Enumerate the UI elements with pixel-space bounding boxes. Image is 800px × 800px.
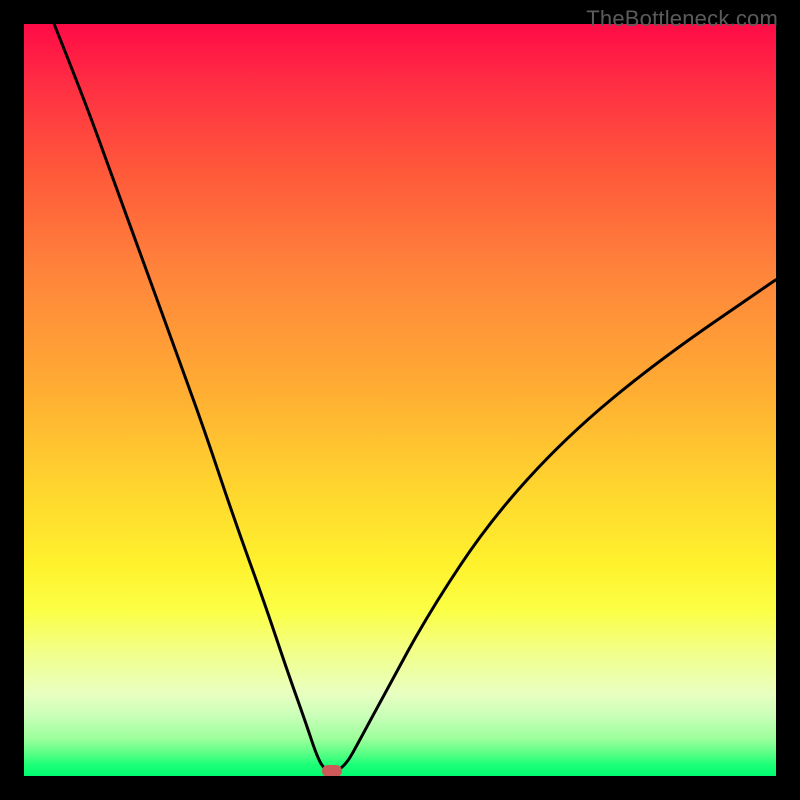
optimal-point-marker (322, 765, 342, 776)
watermark-text: TheBottleneck.com (586, 6, 778, 32)
bottleneck-curve (24, 24, 776, 776)
plot-area (24, 24, 776, 776)
chart-frame: TheBottleneck.com (0, 0, 800, 800)
